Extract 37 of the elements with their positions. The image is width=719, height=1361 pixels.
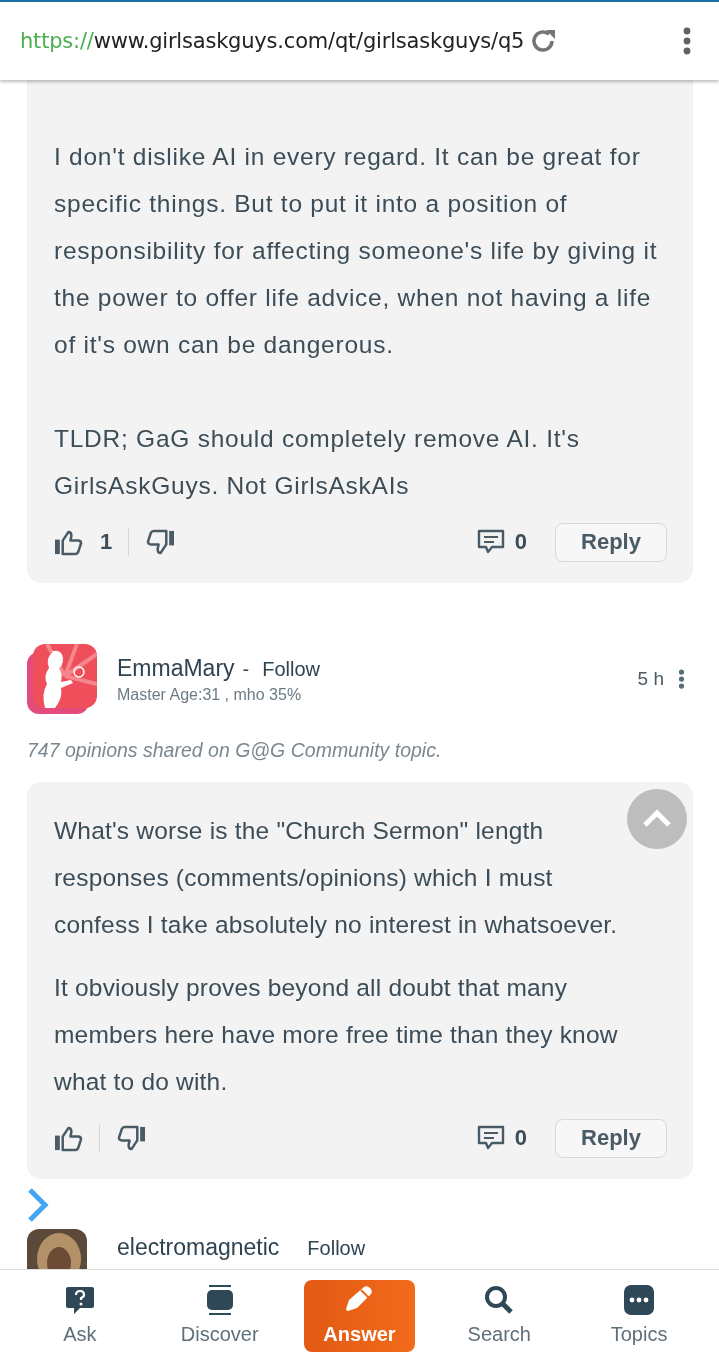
comment-count: 0 xyxy=(514,1125,527,1151)
opinion-summary: 747 opinions shared on G@G Community topic. xyxy=(27,739,443,762)
avatar[interactable] xyxy=(27,644,97,714)
comment-count: 0 xyxy=(514,529,527,555)
nav-tab[interactable]: Ask xyxy=(24,1279,136,1352)
author-meta: Master Age:31 , mho 35% xyxy=(117,685,303,704)
comment-icon[interactable] xyxy=(476,529,505,555)
opinion-text: What's worse is the "Church Sermon" length responses (comments/opinions) which I must confess I take absolutely no interest in whatsoever. xyxy=(54,816,619,940)
thumbs-up-icon[interactable] xyxy=(54,528,83,556)
nav-tab[interactable]: Topics xyxy=(583,1279,695,1352)
menu-icon[interactable] xyxy=(683,27,691,55)
thumbs-down-icon[interactable] xyxy=(146,528,176,556)
comment-icon[interactable] xyxy=(476,1125,505,1151)
nav-tab[interactable]: Answer xyxy=(303,1279,416,1352)
like-count: 1 xyxy=(100,529,113,555)
opinion-text: TLDR; GaG should completely remove AI. It's GirlsAskGuys. Not GirlsAskAIs xyxy=(54,424,581,501)
separator: - xyxy=(242,657,250,681)
more-icon[interactable] xyxy=(678,668,685,690)
search-icon xyxy=(484,1285,515,1315)
opinion-text: It obviously proves beyond all doubt that many members here have more free time than they know what to do with. xyxy=(54,973,619,1097)
thumbs-down-icon[interactable] xyxy=(117,1124,146,1152)
post-time: 5 h xyxy=(637,668,664,690)
opinion-text: I don't dislike AI in every regard. It can be great for specific things. But to put it into a position of responsibility for affecting someone's life by giving it the power to offer life advice, when not having a life of it's own can be dangerous. xyxy=(54,142,659,360)
nav-tab[interactable]: Search xyxy=(443,1279,556,1352)
nav-tab[interactable]: Discover xyxy=(163,1279,276,1352)
reply-button[interactable]: Reply xyxy=(555,522,667,562)
author-name[interactable]: electromagnetic xyxy=(117,1234,280,1261)
stack-icon xyxy=(206,1285,233,1315)
chevron-right-icon[interactable] xyxy=(27,1187,49,1223)
url-field[interactable]: https://www.girlsaskguys.com/qt/girlsaskguys/q5 xyxy=(20,29,525,53)
author-name[interactable]: EmmaMary xyxy=(117,654,235,682)
reply-button[interactable]: Reply xyxy=(555,1118,667,1158)
question-icon xyxy=(64,1285,95,1315)
more-icon xyxy=(624,1285,655,1315)
thumbs-up-icon[interactable] xyxy=(54,1124,83,1152)
follow-link[interactable]: Follow xyxy=(262,657,321,681)
follow-link[interactable]: Follow xyxy=(307,1237,366,1260)
